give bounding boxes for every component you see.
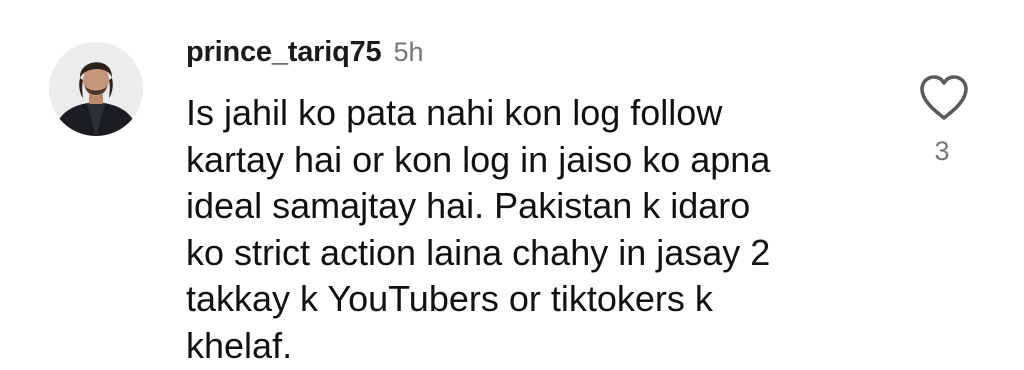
username[interactable]: prince_tariq75	[186, 36, 382, 69]
avatar[interactable]	[49, 42, 143, 136]
comment-header: prince_tariq75 5h	[186, 36, 424, 76]
like-button[interactable]	[918, 74, 970, 122]
like-count: 3	[934, 136, 950, 166]
heart-outline-icon	[920, 75, 968, 120]
comment-item: prince_tariq75 5h Is jahil ko pata nahi …	[0, 0, 1024, 370]
avatar-photo	[49, 42, 143, 136]
comment-text: Is jahil ko pata nahi kon log follow kar…	[186, 92, 771, 366]
timestamp: 5h	[393, 37, 424, 67]
